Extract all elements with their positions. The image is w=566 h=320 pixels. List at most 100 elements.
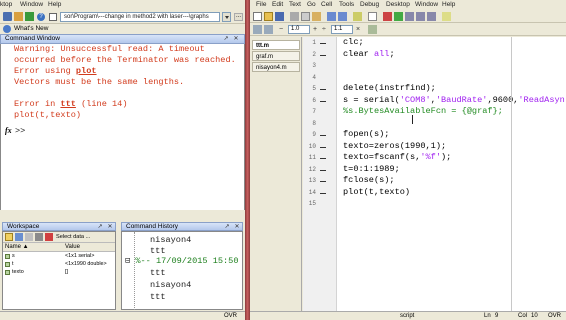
divide-button[interactable]: ÷ [322, 26, 326, 33]
menu-text[interactable]: Text [289, 1, 301, 8]
menu-cell[interactable]: Cell [321, 1, 332, 8]
line-link[interactable]: (line 14) [76, 99, 127, 109]
code-line[interactable]: %s.BytesAvailableFcn = {@graf}; [343, 106, 503, 117]
workspace-row[interactable]: texto [] [3, 269, 115, 276]
multiply-button[interactable]: × [356, 26, 360, 33]
step-icon[interactable] [405, 12, 414, 21]
breakpoint-dash[interactable] [320, 158, 326, 159]
cell-eval-icon[interactable] [253, 25, 262, 34]
menu-help[interactable]: Help [48, 1, 61, 8]
col-value-header[interactable]: Value [65, 244, 80, 250]
menu-debug[interactable]: Debug [360, 1, 379, 8]
menu-desktop[interactable]: ktop [0, 1, 12, 8]
close-icon[interactable]: ✕ [234, 224, 240, 230]
breakpoint-dash[interactable] [320, 100, 326, 102]
new-variable-icon[interactable] [5, 233, 13, 241]
breakpoint-dash[interactable] [320, 89, 326, 90]
breakpoint-dash[interactable] [320, 169, 326, 171]
code-line[interactable]: clear all; [343, 49, 395, 60]
stack-icon[interactable] [442, 12, 451, 21]
workspace-row[interactable]: s <1x1 serial> [3, 253, 115, 260]
delete-icon[interactable] [45, 233, 53, 241]
step-in-icon[interactable] [416, 12, 425, 21]
save-icon[interactable] [35, 233, 43, 241]
print-icon[interactable] [353, 12, 362, 21]
menu-window[interactable]: Window [415, 1, 438, 8]
command-prompt[interactable]: >> [15, 126, 25, 136]
new-file-icon[interactable] [253, 12, 262, 21]
code-line[interactable]: delete(instrfind); [343, 83, 436, 94]
col-name-header[interactable]: Name ▲ [5, 244, 29, 250]
undock-icon[interactable]: ↗ [97, 224, 103, 230]
code-line[interactable]: texto=zeros(1990,1); [343, 141, 446, 152]
help-icon[interactable]: ? [37, 13, 45, 21]
breakpoint-dash[interactable] [320, 192, 326, 194]
select-data-dropdown[interactable]: Select data ... [56, 234, 90, 240]
line-number-gutter[interactable]: 1 2 3 4 5 6 7 8 9 10 11 12 13 14 15 [303, 37, 337, 311]
undock-icon[interactable]: ↗ [224, 224, 230, 230]
workspace-panel[interactable]: Select data ... Name ▲ Value s <1x1 seri… [2, 231, 116, 310]
current-folder-input[interactable]: sor\Program\---change in method2 with la… [60, 12, 220, 22]
code-line[interactable]: t=0:1:1989; [343, 164, 400, 175]
ttt-link[interactable]: ttt [60, 99, 75, 109]
menu-go[interactable]: Go [307, 1, 316, 8]
code-line[interactable]: plot(t,texto) [343, 187, 410, 198]
command-window[interactable]: Warning: Unsuccessful read: A timeout oc… [0, 44, 245, 210]
cell-value-a-input[interactable]: 1.0 [288, 25, 310, 34]
redo-icon[interactable] [338, 12, 347, 21]
menu-help[interactable]: Help [442, 1, 455, 8]
fx-icon[interactable]: fx [5, 126, 12, 135]
code-editor[interactable]: 1 2 3 4 5 6 7 8 9 10 11 12 13 14 15 clc; clear all; dele… [303, 37, 566, 311]
current-folder-dropdown[interactable] [222, 12, 231, 22]
breakpoint-dash[interactable] [320, 43, 326, 44]
profiler-icon[interactable] [25, 12, 34, 21]
history-item[interactable]: nisayon4 [150, 235, 191, 245]
cell-mode-icon[interactable] [368, 25, 377, 34]
open-file-icon[interactable] [264, 12, 273, 21]
cut-icon[interactable] [290, 12, 299, 21]
undo-icon[interactable] [327, 12, 336, 21]
find-icon[interactable] [368, 12, 377, 21]
whats-new-link[interactable]: What's New [14, 25, 48, 32]
close-icon[interactable]: ✕ [107, 224, 113, 230]
breakpoint-dash[interactable] [320, 54, 326, 56]
command-history-panel[interactable]: nisayon4 ttt ⊟ %-- 17/09/2015 15:50 ttt … [121, 231, 243, 310]
tab-nisayon4[interactable]: nisayon4.m [252, 62, 300, 72]
history-item[interactable]: ttt [150, 292, 165, 302]
workspace-titlebar[interactable]: Workspace ↗ ✕ [2, 222, 116, 231]
history-titlebar[interactable]: Command History ↗ ✕ [121, 222, 243, 231]
breakpoint-icon[interactable] [383, 12, 392, 21]
browse-folder-button[interactable]: ... [234, 13, 243, 21]
plus-button[interactable]: + [313, 26, 317, 33]
tab-ttt[interactable]: ttt.m [252, 40, 300, 50]
save-icon[interactable] [275, 12, 284, 21]
whats-new-icon[interactable] [3, 25, 11, 33]
close-icon[interactable]: ✕ [233, 36, 239, 42]
plot-link[interactable]: plot [76, 66, 97, 76]
open-variable-icon[interactable] [15, 233, 23, 241]
cell-advance-icon[interactable] [264, 25, 273, 34]
history-session-separator[interactable]: ⊟ %-- 17/09/2015 15:50 [125, 256, 239, 266]
tab-graf[interactable]: graf.m [252, 51, 300, 61]
menu-tools[interactable]: Tools [339, 1, 354, 8]
code-line[interactable]: fclose(s); [343, 175, 395, 186]
breakpoint-dash[interactable] [320, 135, 326, 136]
history-item[interactable]: nisayon4 [150, 280, 191, 290]
breakpoint-dash[interactable] [320, 181, 326, 182]
menu-desktop[interactable]: Desktop [386, 1, 410, 8]
history-item[interactable]: ttt [150, 268, 165, 278]
guide-icon[interactable] [14, 12, 23, 21]
run-icon[interactable] [394, 12, 403, 21]
simulink-icon[interactable] [3, 12, 12, 21]
copy-icon[interactable] [301, 12, 310, 21]
command-window-titlebar[interactable]: Command Window ↗ ✕ [0, 34, 245, 44]
code-line[interactable]: clc; [343, 37, 364, 48]
step-out-icon[interactable] [427, 12, 436, 21]
undock-icon[interactable]: ↗ [223, 36, 229, 42]
cell-value-b-input[interactable]: 1.1 [331, 25, 353, 34]
code-line[interactable]: fopen(s); [343, 129, 389, 140]
minus-button[interactable]: − [279, 26, 283, 33]
code-line[interactable]: s = serial('COM8','BaudRate',9600,'ReadA… [343, 95, 565, 106]
menu-file[interactable]: File [256, 1, 266, 8]
menu-edit[interactable]: Edit [272, 1, 283, 8]
